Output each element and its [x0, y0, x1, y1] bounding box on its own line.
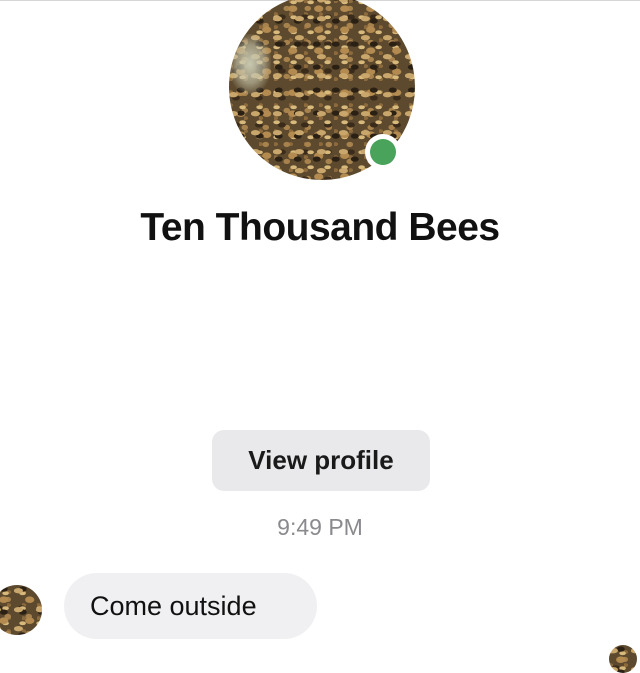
contact-header-avatar[interactable] — [229, 0, 417, 182]
message-timestamp: 9:49 PM — [277, 514, 363, 540]
contact-name: Ten Thousand Bees — [140, 206, 500, 249]
seen-avatar-icon — [609, 645, 637, 673]
online-status-indicator — [365, 134, 401, 170]
avatar-highlight — [229, 34, 271, 94]
message-text: Come outside — [90, 590, 257, 621]
sender-avatar-icon[interactable] — [0, 585, 42, 635]
message-bubble[interactable]: Come outside — [64, 573, 317, 639]
online-dot-icon — [370, 139, 396, 165]
view-profile-button[interactable]: View profile — [212, 430, 430, 491]
chat-screen: Ten Thousand Bees View profile 9:49 PM C… — [0, 0, 640, 673]
